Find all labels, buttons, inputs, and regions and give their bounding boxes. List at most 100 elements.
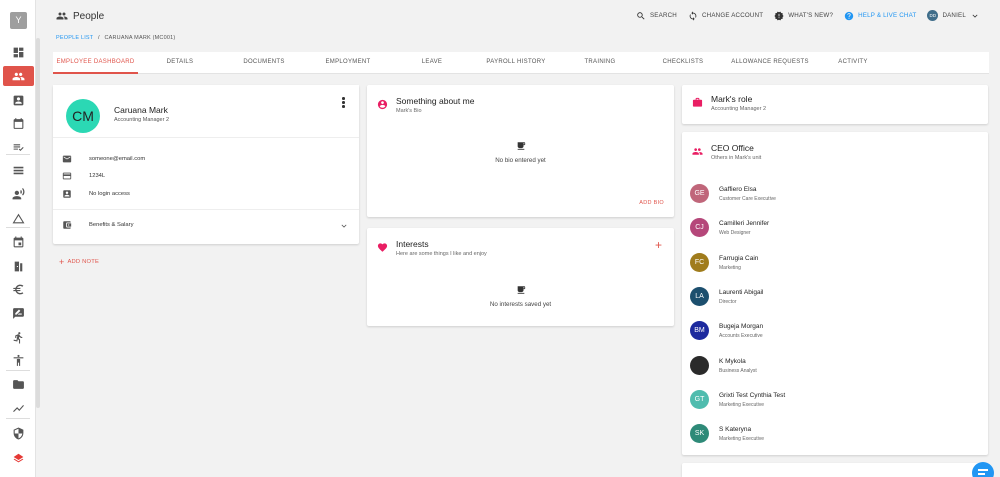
sidebar-divider: [6, 227, 30, 228]
add-interest-button[interactable]: +: [655, 239, 662, 251]
change-account-button[interactable]: CHANGE ACCOUNT: [688, 10, 763, 21]
dashboard-icon: [13, 47, 24, 57]
top-bar: People SEARCH CHANGE ACCOUNT WHAT'S NEW?…: [40, 0, 1000, 34]
sidebar-item-calendar[interactable]: [3, 113, 34, 133]
sidebar-item-payroll[interactable]: [3, 279, 34, 299]
wallet-icon: [63, 221, 72, 229]
sidebar-item-dashboard[interactable]: [3, 42, 34, 62]
login-row: No login access: [53, 185, 359, 203]
unit-member[interactable]: GT Grixti Test Cynthia Test Marketing Exe…: [690, 390, 785, 409]
interests-title: Interests: [396, 239, 429, 249]
sidebar-scrollbar[interactable]: [36, 38, 40, 408]
email-icon: [62, 155, 72, 163]
unit-member[interactable]: SK S Kateryna Marketing Executive: [690, 424, 764, 443]
help-chat-button[interactable]: HELP & LIVE CHAT: [844, 11, 916, 21]
people-icon: [56, 12, 68, 20]
tab-payroll-history[interactable]: PAYROLL HISTORY: [481, 52, 551, 74]
more-vert-icon[interactable]: [342, 97, 345, 109]
unit-member[interactable]: BM Bugeja Morgan Accounts Executive: [690, 321, 763, 340]
sidebar-item-layers[interactable]: [3, 447, 34, 467]
triangle-icon: [12, 213, 25, 223]
member-avatar: LA: [690, 287, 709, 306]
sidebar-item-records[interactable]: [3, 160, 34, 180]
user-avatar: DD: [927, 10, 939, 21]
unit-member[interactable]: FC Farrugia Cain Marketing: [690, 253, 758, 272]
help-icon: [844, 11, 854, 20]
interests-card: Interests Here are some things I like an…: [367, 228, 674, 326]
sidebar-item-files[interactable]: [3, 374, 34, 394]
sidebar-item-reports[interactable]: [3, 398, 34, 418]
sidebar-item-people[interactable]: [3, 66, 34, 86]
coffee-icon: [517, 142, 525, 150]
sidebar-item-training[interactable]: [3, 327, 34, 347]
member-avatar: CJ: [690, 218, 709, 237]
running-icon: [13, 331, 23, 343]
benefits-salary-row[interactable]: Benefits & Salary: [53, 208, 359, 241]
tab-bar: EMPLOYEE DASHBOARD DETAILS DOCUMENTS EMP…: [53, 52, 989, 74]
sidebar-divider: [6, 418, 30, 419]
email-row: someone@email.com: [53, 150, 359, 168]
person-voice-icon: [12, 187, 25, 199]
sidebar-divider: [6, 370, 30, 371]
people-icon: [692, 144, 703, 155]
swap-icon: [689, 10, 697, 21]
tab-checklists[interactable]: CHECKLISTS: [658, 52, 708, 74]
member-avatar: BM: [690, 321, 709, 340]
tab-allowance-requests[interactable]: ALLOWANCE REQUESTS: [725, 52, 815, 74]
unit-member[interactable]: K Mykola Business Analyst: [690, 356, 757, 375]
sidebar-item-schedule[interactable]: [3, 232, 34, 252]
app-logo[interactable]: Y: [10, 12, 27, 29]
tab-employment[interactable]: EMPLOYMENT: [317, 52, 379, 74]
unit-subtitle: Others in Mark's unit: [711, 155, 762, 161]
tab-details[interactable]: DETAILS: [157, 52, 203, 74]
chevron-down-icon: [972, 14, 978, 18]
account-circle-icon: [377, 97, 388, 110]
unit-member[interactable]: LA Laurenti Abigail Director: [690, 287, 763, 306]
heart-icon: [377, 240, 388, 252]
sidebar-item-alerts[interactable]: [3, 208, 34, 228]
user-menu[interactable]: DD DANIEL: [927, 10, 980, 21]
contact-card-icon: [13, 95, 24, 105]
unit-member[interactable]: CJ Camilleri Jennifer Web Designer: [690, 218, 769, 237]
bio-empty-state: No bio entered yet: [367, 141, 674, 164]
interests-subtitle: Here are some things I like and enjoy: [396, 251, 487, 257]
sidebar-item-reviews[interactable]: [3, 303, 34, 323]
chevron-down-icon[interactable]: [339, 221, 349, 231]
tab-documents[interactable]: DOCUMENTS: [233, 52, 295, 74]
tab-training[interactable]: TRAINING: [578, 52, 622, 74]
trend-icon: [13, 404, 24, 412]
layers-icon: [13, 453, 24, 462]
id-card-row: 1234L: [53, 168, 359, 186]
calendar-icon: [13, 117, 24, 129]
tab-activity[interactable]: ACTIVITY: [831, 52, 875, 74]
profile-avatar: CM: [66, 99, 100, 133]
search-icon: [637, 11, 645, 20]
interests-empty-state: No interests saved yet: [367, 285, 674, 308]
add-note-button[interactable]: + ADD NOTE: [59, 258, 99, 267]
search-button[interactable]: SEARCH: [636, 11, 677, 21]
account-box-icon: [63, 190, 71, 198]
add-bio-button[interactable]: ADD BIO: [639, 200, 664, 206]
unit-member[interactable]: GE Gaffiero Elsa Customer Care Executive: [690, 184, 776, 203]
sidebar-item-wellbeing[interactable]: [3, 350, 34, 370]
member-avatar: [690, 356, 709, 375]
tab-leave[interactable]: LEAVE: [413, 52, 451, 74]
member-avatar: SK: [690, 424, 709, 443]
sidebar-item-directory[interactable]: [3, 90, 34, 110]
rate-review-icon: [13, 307, 24, 319]
unit-card: CEO Office Others in Mark's unit GE Gaff…: [682, 132, 988, 455]
sidebar-item-recruitment[interactable]: [3, 184, 34, 204]
member-avatar: GE: [690, 184, 709, 203]
member-avatar: FC: [690, 253, 709, 272]
tab-employee-dashboard[interactable]: EMPLOYEE DASHBOARD: [53, 52, 138, 74]
unit-title: CEO Office: [711, 143, 754, 153]
accessibility-icon: [13, 354, 24, 366]
whats-new-button[interactable]: WHAT'S NEW?: [774, 11, 833, 21]
list-icon: [13, 166, 24, 174]
sidebar-item-security[interactable]: [3, 423, 34, 443]
sidebar-item-leave[interactable]: [3, 256, 34, 276]
breadcrumb-people-list[interactable]: PEOPLE LIST: [56, 35, 93, 41]
sidebar: Y: [0, 0, 36, 477]
chat-fab-button[interactable]: [972, 462, 994, 477]
shield-icon: [13, 427, 24, 439]
